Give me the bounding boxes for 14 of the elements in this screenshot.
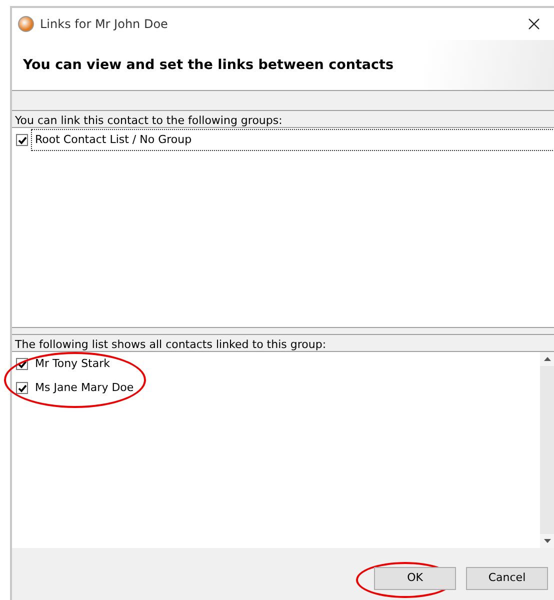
scroll-up-icon[interactable] — [544, 357, 550, 361]
close-icon[interactable] — [528, 18, 540, 30]
list-item[interactable]: Ms Jane Mary Doe — [32, 378, 137, 398]
checkbox[interactable] — [16, 134, 28, 146]
window-title: Links for Mr John Doe — [40, 16, 168, 33]
list-item[interactable]: Root Contact List / No Group — [32, 130, 554, 150]
scroll-down-icon[interactable] — [544, 539, 550, 543]
app-icon — [18, 16, 34, 32]
ok-button[interactable]: OK — [374, 566, 456, 590]
dialog-heading: You can view and set the links between contacts — [23, 56, 394, 75]
list-item[interactable]: Mr Tony Stark — [32, 354, 113, 374]
cancel-button[interactable]: Cancel — [466, 566, 548, 590]
checkbox[interactable] — [16, 382, 28, 394]
scrollbar[interactable] — [540, 352, 554, 548]
